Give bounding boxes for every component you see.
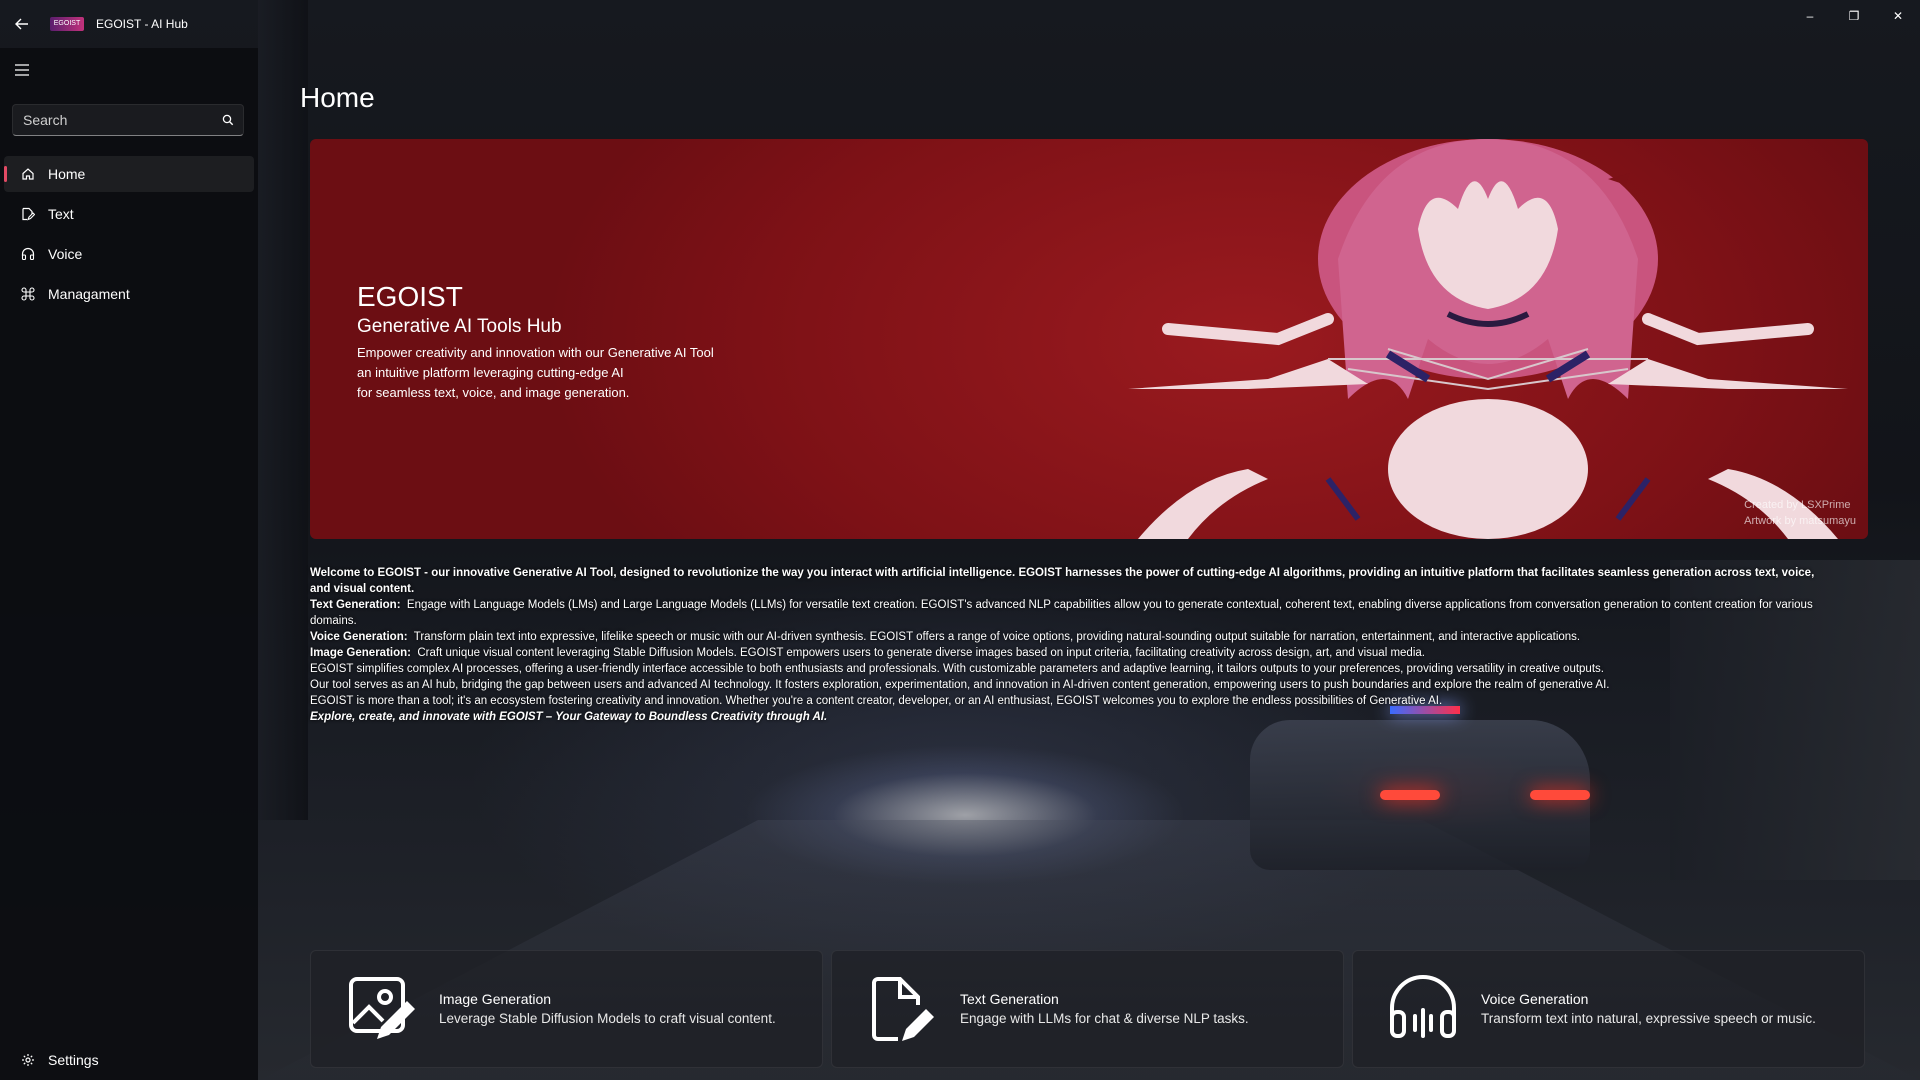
sidebar-item-home[interactable]: Home [4,156,254,192]
card-text-generation[interactable]: Text Generation Engage with LLMs for cha… [831,950,1344,1068]
card-text: Text Generation Engage with LLMs for cha… [960,989,1249,1029]
intro-image-generation: Image Generation: Craft unique visual co… [310,645,1830,661]
card-title: Text Generation [960,991,1059,1007]
search-button[interactable] [213,114,243,126]
settings-label: Settings [48,1052,99,1068]
card-text: Voice Generation Transform text into nat… [1481,989,1816,1029]
building-left [258,0,308,820]
sidebar-item-voice[interactable]: Voice [4,236,254,272]
sidebar-item-managament[interactable]: Managament [4,276,254,312]
intro-text-generation: Text Generation: Engage with Language Mo… [310,597,1830,629]
hero-banner: EGOIST Generative AI Tools Hub Empower c… [310,139,1868,539]
card-voice-generation[interactable]: Voice Generation Transform text into nat… [1352,950,1865,1068]
nav-menu: Home Text Voice Managament [4,156,254,316]
hero-title: EGOIST [357,281,463,312]
hero-line: for seamless text, voice, and image gene… [357,385,630,400]
gear-icon [18,1053,38,1067]
card-text: Image Generation Leverage Stable Diffusi… [439,989,776,1029]
card-description: Transform text into natural, expressive … [1481,1011,1816,1026]
sidebar-item-label: Voice [48,246,83,262]
home-icon [18,167,38,181]
card-image-generation[interactable]: Image Generation Leverage Stable Diffusi… [310,950,823,1068]
sidebar-item-settings[interactable]: Settings [4,1040,254,1080]
text-generation-body: Engage with Language Models (LMs) and La… [310,599,1813,627]
hero-subtitle: Generative AI Tools Hub [357,316,562,337]
title-bar: EGOIST EGOIST - AI Hub – ❐ ✕ [0,0,1920,48]
hero-description: Empower creativity and innovation with o… [357,343,714,403]
intro-more: EGOIST is more than a tool; it's an ecos… [310,695,1443,707]
app-logo: EGOIST [50,17,84,31]
intro-hub: Our tool serves as an AI hub, bridging t… [310,679,1610,691]
window-controls: – ❐ ✕ [1788,0,1920,32]
intro-text: Welcome to EGOIST - our innovative Gener… [310,565,1830,725]
card-title: Image Generation [439,991,552,1007]
search-box [12,104,244,136]
credit-created-by: Created by LSXPrime [1744,499,1851,511]
image-generation-body: Craft unique visual content leveraging S… [417,647,1425,659]
sidebar: Home Text Voice Managament Settings [0,48,258,1080]
credit-artwork-by: Artwork by matsumayu [1744,515,1856,527]
tail-light-right [1530,790,1590,800]
headphones-icon [18,247,38,261]
hero-line: an intuitive platform leveraging cutting… [357,365,624,380]
sidebar-item-label: Managament [48,286,130,302]
welcome-text: Welcome to EGOIST - our innovative Gener… [310,567,1815,595]
document-edit-icon [864,971,940,1047]
intro-welcome: Welcome to EGOIST - our innovative Gener… [310,565,1830,597]
intro-closing: Explore, create, and innovate with EGOIS… [310,709,1830,725]
minimize-button[interactable]: – [1788,0,1832,32]
hero-text: EGOIST Generative AI Tools Hub Empower c… [357,281,714,403]
feature-cards: Image Generation Leverage Stable Diffusi… [310,950,1865,1068]
search-icon [222,114,234,126]
sidebar-item-label: Home [48,166,86,182]
image-generation-label: Image Generation: [310,647,411,659]
headphones-voice-icon [1385,971,1461,1047]
hero-line: Empower creativity and innovation with o… [357,345,714,360]
intro-simplifies: EGOIST simplifies complex AI processes, … [310,663,1604,675]
menu-toggle-button[interactable] [12,60,32,80]
hero-artwork [1128,139,1848,539]
image-edit-icon [343,971,419,1047]
card-description: Engage with LLMs for chat & diverse NLP … [960,1011,1249,1026]
command-icon [18,287,38,301]
hero-credits: Created by LSXPrime Artwork by matsumayu [1744,497,1856,529]
sidebar-item-label: Text [48,206,74,222]
text-generation-label: Text Generation: [310,599,401,611]
page-title: Home [300,82,375,113]
hamburger-icon [15,64,29,76]
card-title: Voice Generation [1481,991,1589,1007]
voice-generation-label: Voice Generation: [310,631,408,643]
close-button[interactable]: ✕ [1876,0,1920,32]
search-input[interactable] [13,111,213,129]
restore-button[interactable]: ❐ [1832,0,1876,32]
intro-voice-generation: Voice Generation: Transform plain text i… [310,629,1830,645]
window-title: EGOIST - AI Hub [96,17,188,31]
tail-light-left [1380,790,1440,800]
voice-generation-body: Transform plain text into expressive, li… [413,631,1581,643]
card-description: Leverage Stable Diffusion Models to craf… [439,1011,776,1026]
closing-text: Explore, create, and innovate with EGOIS… [310,711,828,723]
sidebar-item-text[interactable]: Text [4,196,254,232]
back-arrow-icon [15,18,28,30]
edit-icon [18,207,38,221]
back-button[interactable] [0,0,44,48]
